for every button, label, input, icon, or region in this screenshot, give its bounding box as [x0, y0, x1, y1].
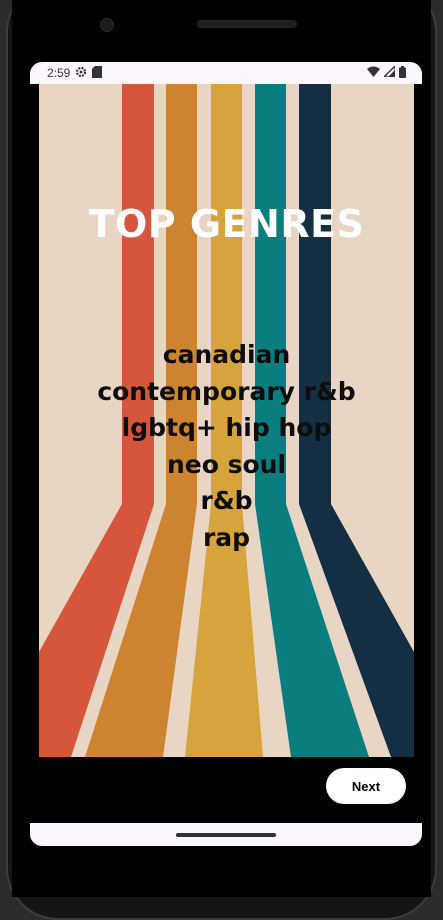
genre-item: contemporary r&b — [97, 376, 356, 406]
cell-signal-icon — [382, 64, 396, 80]
page-title: TOP GENRES — [88, 202, 365, 246]
status-time: 2:59 — [47, 66, 71, 80]
status-bar: 2:59 — [30, 62, 422, 84]
navigation-bar — [30, 823, 422, 846]
sd-card-icon — [92, 65, 103, 81]
home-gesture-handle[interactable] — [176, 833, 276, 837]
genre-item: rap — [202, 522, 251, 552]
wifi-icon — [367, 66, 380, 80]
next-button[interactable]: Next — [326, 768, 406, 804]
settings-gear-icon — [75, 66, 87, 81]
genre-item: r&b — [200, 486, 253, 515]
front-camera — [100, 18, 114, 32]
genre-item: lgbtq+ hip hop — [121, 413, 332, 442]
top-genres-screen: TOP GENRES canadian contemporary r&b lgb… — [39, 84, 414, 757]
genre-list: canadian contemporary r&b lgbtq+ hip hop… — [39, 337, 414, 556]
battery-icon — [399, 65, 406, 81]
earpiece-speaker — [197, 20, 297, 28]
genre-item: canadian — [162, 340, 291, 369]
genre-item: neo soul — [166, 449, 287, 479]
